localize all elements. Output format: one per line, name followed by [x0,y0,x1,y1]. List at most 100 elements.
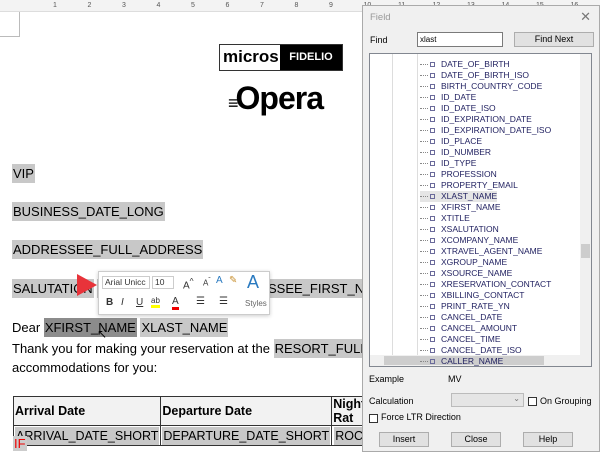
italic-button[interactable]: I [121,297,124,308]
field-node-icon [430,337,435,343]
bold-button[interactable]: B [106,297,113,308]
field-xfirst-name[interactable]: XFIRST_NAME [43,318,137,337]
field-tree-item[interactable]: XTITLE [420,213,470,224]
opera-logo: ≡Opera [228,80,324,116]
field-tree-item[interactable]: XTRAVEL_AGENT_NAME [420,246,542,257]
field-arrival[interactable]: ARRIVAL_DATE_SHORT [15,426,160,445]
field-node-icon [430,249,435,255]
grow-font-icon[interactable]: A^ [183,276,194,291]
field-tree-item-label: XFIRST_NAME [441,202,501,212]
field-tree-item-label: XLAST_NAME [441,191,498,201]
pointer-arrow-icon [77,274,97,296]
field-node-icon [430,282,435,288]
force-ltr-checkbox[interactable] [369,414,378,423]
field-tree-item[interactable]: CANCEL_DATE_ISO [420,345,522,356]
styles-icon[interactable]: A [247,272,259,293]
field-room[interactable]: ROC [334,426,364,445]
field-tree-item[interactable]: CANCEL_TIME [420,334,501,345]
calculation-label: Calculation [369,396,414,406]
field-tree-item[interactable]: XRESERVATION_CONTACT [420,279,551,290]
field-tree-item[interactable]: XCOMPANY_NAME [420,235,518,246]
field-tree-item[interactable]: DATE_OF_BIRTH [420,59,510,70]
field-node-icon [430,238,435,244]
field-tree-item[interactable]: XGROUP_NAME [420,257,507,268]
field-node-icon [430,304,435,310]
on-grouping-label: On Grouping [540,396,592,406]
field-if[interactable]: IF [13,436,27,451]
font-size-select[interactable]: 10 [152,276,174,289]
field-tree-item[interactable]: CALLER_NAME [420,356,504,366]
find-next-button[interactable]: Find Next [514,32,594,47]
field-tree-item[interactable]: ID_DATE [420,92,476,103]
field-tree-item[interactable]: XSOURCE_NAME [420,268,512,279]
field-tree-item[interactable]: ID_TYPE [420,158,476,169]
field-node-icon [430,117,435,123]
field-business-date[interactable]: BUSINESS_DATE_LONG [12,202,165,221]
field-node-icon [430,84,435,90]
field-vip[interactable]: VIP [12,164,35,183]
field-xlast-name[interactable]: XLAST_NAME [140,318,229,337]
field-tree-item[interactable]: CANCEL_AMOUNT [420,323,517,334]
logo-text: Opera [235,80,324,116]
field-tree-item[interactable]: PRINT_RATE_YN [420,301,510,312]
close-button[interactable]: Close [451,432,501,447]
field-tree-item[interactable]: ID_DATE_ISO [420,103,496,114]
body-text: accommodations for you: [12,360,158,375]
ruler-number: 8 [294,2,299,9]
field-tree-item-label: PROFESSION [441,169,497,179]
field-node-icon [430,271,435,277]
field-tree-item-label: CALLER_NAME [441,356,504,366]
on-grouping-checkbox[interactable] [528,397,537,406]
calculation-select[interactable]: ⌄ [451,393,524,407]
field-node-icon [430,194,435,200]
field-tree-item[interactable]: PROPERTY_EMAIL [420,180,518,191]
insert-button[interactable]: Insert [379,432,429,447]
field-tree-item-label: ID_TYPE [441,158,477,168]
force-ltr-label: Force LTR Direction [381,412,461,422]
field-address[interactable]: ADDRESSEE_FULL_ADDRESS [12,240,204,259]
field-tree-item-label: CANCEL_TIME [441,334,501,344]
field-tree-item[interactable]: PROFESSION [420,169,497,180]
field-tree-item[interactable]: XSALUTATION [420,224,499,235]
numbering-icon[interactable]: ☰ [219,296,228,307]
example-label: Example [369,374,405,384]
clear-format-icon[interactable]: A [216,275,223,286]
scroll-thumb[interactable] [581,244,590,258]
ruler-number: 5 [191,2,195,9]
field-tree-item[interactable]: XFIRST_NAME [420,202,501,213]
close-icon[interactable]: ✕ [580,9,591,25]
bullets-icon[interactable]: ☰ [196,296,205,307]
format-painter-icon[interactable]: ✎ [229,275,237,286]
ruler-number: 2 [87,2,92,9]
ruler-number: 3 [122,2,126,9]
field-tree-item[interactable]: XBILLING_CONTACT [420,290,524,301]
field-tree-item[interactable]: ID_EXPIRATION_DATE [420,114,532,125]
dear-text: Dear [12,320,41,335]
field-tree-item[interactable]: ID_NUMBER [420,147,491,158]
font-select[interactable]: Arial Unicc [102,276,150,289]
shrink-font-icon[interactable]: Aˇ [203,277,211,288]
help-button[interactable]: Help [523,432,573,447]
find-input[interactable] [417,32,503,47]
styles-label[interactable]: Styles [245,299,267,308]
field-tree-item[interactable]: XLAST_NAME [420,191,498,202]
table-header: Arrival Date [12,396,162,426]
field-tree-item[interactable]: DATE_OF_BIRTH_ISO [420,70,529,81]
field-tree-item[interactable]: ID_EXPIRATION_DATE_ISO [420,125,551,136]
body-text: Thank you for making your reservation at… [12,341,270,356]
underline-button[interactable]: U [136,297,143,308]
ruler-number: 4 [156,2,161,9]
field-node-icon [430,359,435,365]
font-color-icon[interactable]: A [172,296,179,310]
field-departure[interactable]: DEPARTURE_DATE_SHORT [162,426,331,445]
field-tree-item[interactable]: ID_PLACE [420,136,482,147]
example-value: MV [448,374,462,384]
vertical-scrollbar[interactable] [580,54,591,356]
find-label: Find [370,35,388,45]
field-node-icon [430,172,435,178]
field-tree[interactable]: DATE_OF_BIRTH DATE_OF_BIRTH_ISO BIRTH_COUN… [369,53,592,367]
highlight-icon[interactable]: ab [151,296,160,308]
field-node-icon [430,62,435,68]
field-tree-item[interactable]: CANCEL_DATE [420,312,502,323]
field-tree-item[interactable]: BIRTH_COUNTRY_CODE [420,81,542,92]
